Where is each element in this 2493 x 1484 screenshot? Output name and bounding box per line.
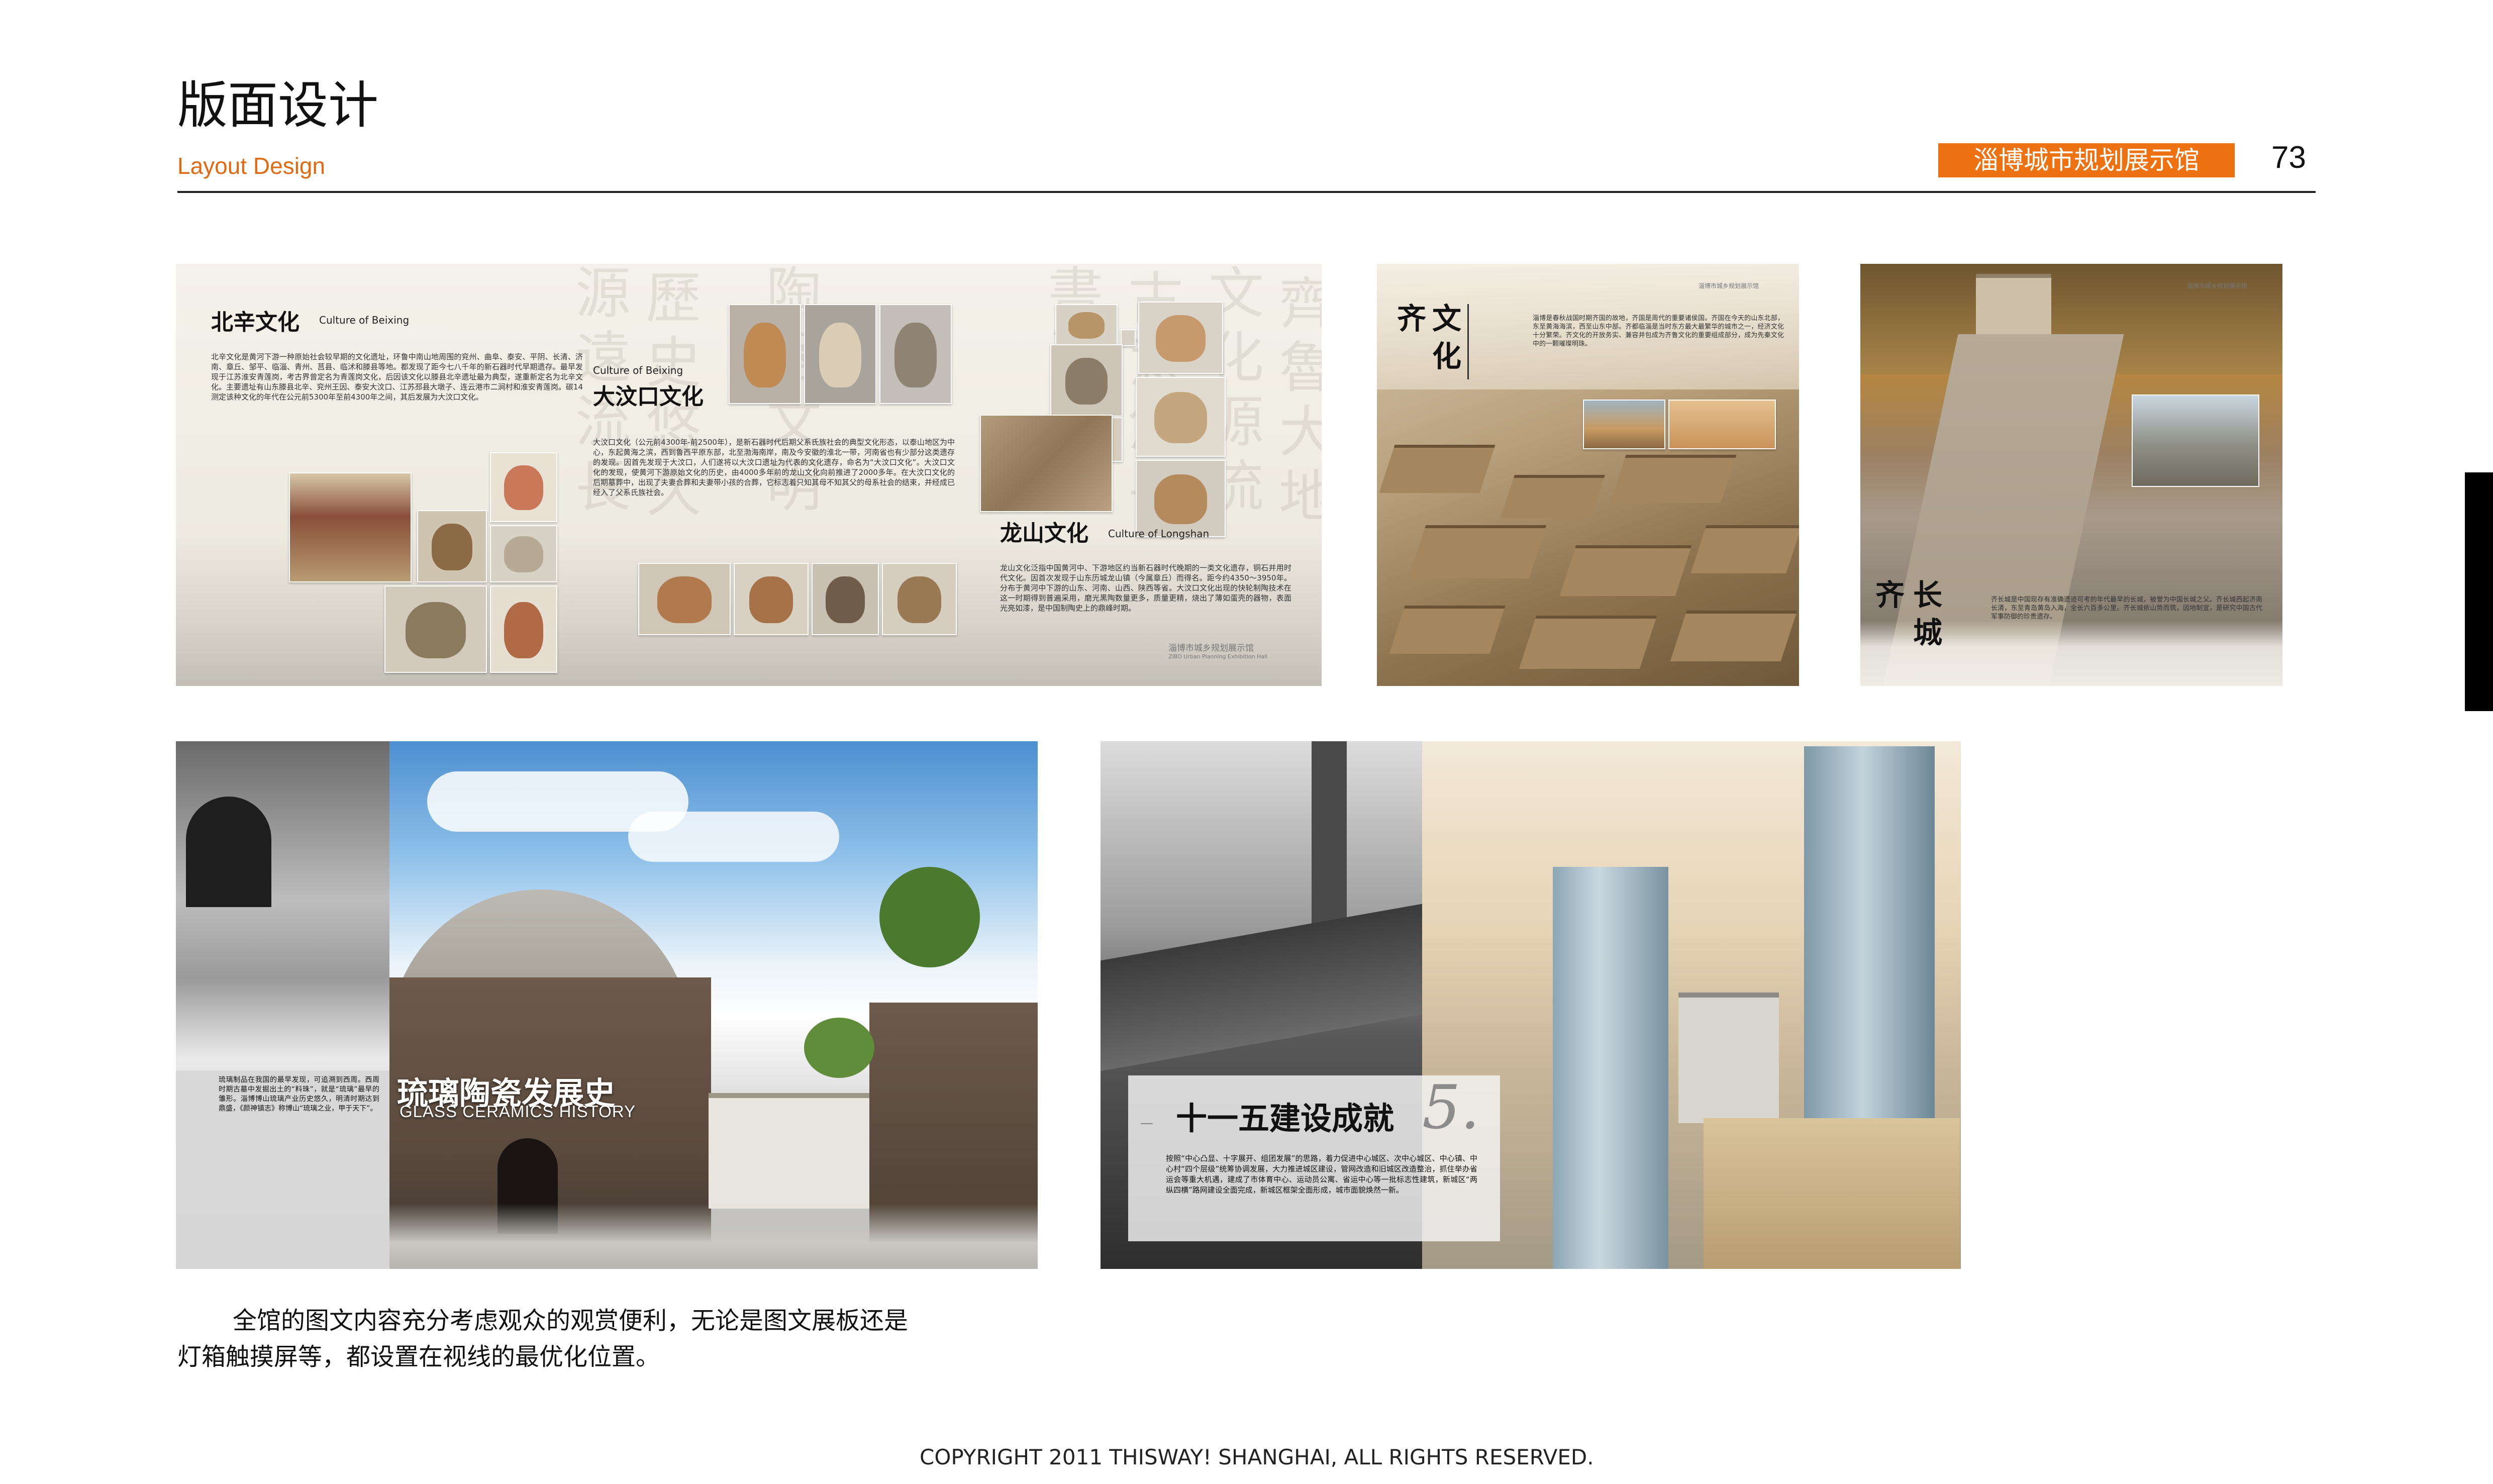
artifact-photo <box>882 563 957 635</box>
workshop-building <box>709 1093 869 1209</box>
roof-decoration <box>1408 525 1547 578</box>
ceramics-text: 琉璃制品在我国的最早发现，可追溯到西周。西周时期古墓中发掘出土的“料珠”，就是“… <box>219 1076 379 1113</box>
roof-decoration <box>1389 606 1506 654</box>
development-title: 十一五建设成就 <box>1176 1100 1394 1137</box>
cloud-decoration <box>628 812 839 862</box>
artifact-photo <box>1050 344 1123 417</box>
copyright-notice: COPYRIGHT 2011 THISWAY! SHANGHAI, ALL RI… <box>920 1445 1594 1469</box>
artifact-photo <box>490 525 557 582</box>
artifact-photo <box>879 304 952 404</box>
roof-decoration <box>1610 455 1737 503</box>
podium-building <box>1678 993 1779 1123</box>
roof-decoration <box>1690 525 1799 573</box>
longshan-title: 龙山文化 <box>1000 521 1088 546</box>
artifact-photo <box>1121 329 1136 346</box>
glass-ceramics-panel: 琉璃制品在我国的最早发现，可追溯到西周。西周时期古墓中发掘出土的“料珠”，就是“… <box>176 741 1038 1269</box>
plaza <box>1704 1118 1960 1269</box>
beixin-text: 北辛文化是黄河下游一种原始社会较早期的文化遗址，环鲁中南山地周围的兖州、曲阜、泰… <box>211 352 583 402</box>
panel-footer-en: ZIBO Urban Planning Exhibition Hall <box>1168 653 1268 660</box>
relic-photo <box>1668 400 1776 449</box>
great-wall-title-char: 长 <box>1913 578 1943 612</box>
great-wall-text: 齐长城是中国现存有准确遗迹可考的年代最早的长城，被誉为中国长城之父。齐长城西起济… <box>1991 596 2262 621</box>
venue-badge: 淄博城市规划展示馆 <box>1938 143 2235 177</box>
caption-line-2: 灯箱触摸屏等，都设置在视线的最优化位置。 <box>177 1343 660 1371</box>
caption-line-1: 全馆的图文内容充分考虑观众的观赏便利，无论是图文展板还是 <box>233 1307 909 1335</box>
artifact-photo <box>384 585 487 673</box>
wall-inset-photo <box>2132 394 2259 487</box>
artifact-photo <box>729 304 801 404</box>
artifact-photo <box>1138 302 1223 374</box>
ceramics-subtitle: GLASS CERAMICS HISTORY <box>400 1102 636 1121</box>
qi-culture-title-char: 文 <box>1432 302 1462 336</box>
dawenkou-text: 大汶口文化（公元前4300年-前2500年），是新石器时代后期父系氏族社会的典型… <box>593 438 955 497</box>
roof-decoration <box>1501 475 1605 518</box>
kiln-arch <box>186 797 271 907</box>
artifact-photo <box>417 510 487 582</box>
great-wall-title-char: 城 <box>1913 616 1943 650</box>
ground <box>389 1204 1038 1269</box>
panel-header-note: 淄博市城乡规划展示馆 <box>2187 282 2248 289</box>
page-subtitle: Layout Design <box>177 153 326 179</box>
roof-decoration <box>1559 545 1692 596</box>
culture-exhibit-panel: 書法文字 古意悠長 文化源流 齊魯大地 源遠流長 歷史悠久 陶器文明 北辛文化 … <box>176 264 1322 686</box>
panel-footer: 淄博市城乡规划展示馆 <box>1168 643 1254 653</box>
qi-culture-panel: 齐 文 化 淄博市城乡规划展示馆 淄博是春秋战国时期齐国的故地，齐国是周代的重要… <box>1377 264 1799 686</box>
side-tab-marker <box>2465 472 2493 711</box>
calligraphy-bg: 齊魯大地 <box>1269 274 1322 531</box>
longshan-subtitle: Culture of Longshan <box>1108 528 1210 540</box>
artifact-photo <box>812 563 879 635</box>
excavation-photo <box>980 415 1113 512</box>
artifact-photo <box>638 563 731 635</box>
panel-header-note: 淄博市城乡规划展示馆 <box>1699 282 1759 289</box>
beixin-subtitle: Culture of Beixing <box>319 314 410 326</box>
page-title: 版面设计 <box>177 76 378 135</box>
tree-decoration <box>879 867 980 967</box>
qi-culture-text: 淄博是春秋战国时期齐国的故地，齐国是周代的重要诸侯国。齐国在今天的山东北部，东至… <box>1533 315 1784 348</box>
artifact-photo <box>490 585 557 673</box>
artifact-photo <box>490 452 557 522</box>
chapter-numeral: 5. <box>1422 1073 1480 1143</box>
roof-decoration <box>1519 616 1657 669</box>
artifact-photo <box>1136 460 1226 537</box>
artifact-photo <box>1055 304 1118 346</box>
decorative-line <box>1141 1123 1153 1124</box>
roof-decoration <box>1379 445 1495 493</box>
qi-culture-title-char: 齐 <box>1397 302 1427 336</box>
dawenkou-title: 大汶口文化 <box>593 384 704 410</box>
beixin-title: 北辛文化 <box>211 310 300 335</box>
artifact-photo <box>804 304 876 404</box>
development-text: 按照“中心凸显、十字展开、组团发展”的思路，着力促进中心城区、次中心城区、中心镇… <box>1166 1154 1477 1195</box>
great-wall-title-char: 齐 <box>1875 578 1905 612</box>
artifact-photo <box>1136 377 1226 457</box>
title-divider <box>1467 304 1469 379</box>
qi-great-wall-panel: 淄博市城乡规划展示馆 齐 长 城 齐长城是中国现存有准确遗迹可考的年代最早的长城… <box>1860 264 2282 686</box>
longshan-text: 龙山文化泛指中国黄河中、下游地区约当新石器时代晚期的一类文化遗存，铜石并用时代文… <box>1000 563 1291 613</box>
tower-a <box>1553 867 1668 1269</box>
header-divider <box>177 191 2316 193</box>
palace-photo <box>1583 400 1665 449</box>
development-achievements-panel: 十一五建设成就 5. 按照“中心凸显、十字展开、组团发展”的思路，着力促进中心城… <box>1101 741 1961 1269</box>
pavilion-photo <box>289 472 412 582</box>
watchtower <box>1976 274 2051 338</box>
artifact-photo <box>734 563 809 635</box>
roof-decoration <box>1670 611 1798 661</box>
tree-decoration <box>804 1018 874 1078</box>
qi-culture-title-char: 化 <box>1432 339 1462 373</box>
dawenkou-subtitle: Culture of Beixing <box>593 364 683 376</box>
page-number: 73 <box>2271 140 2306 175</box>
tower-b <box>1804 746 1935 1148</box>
